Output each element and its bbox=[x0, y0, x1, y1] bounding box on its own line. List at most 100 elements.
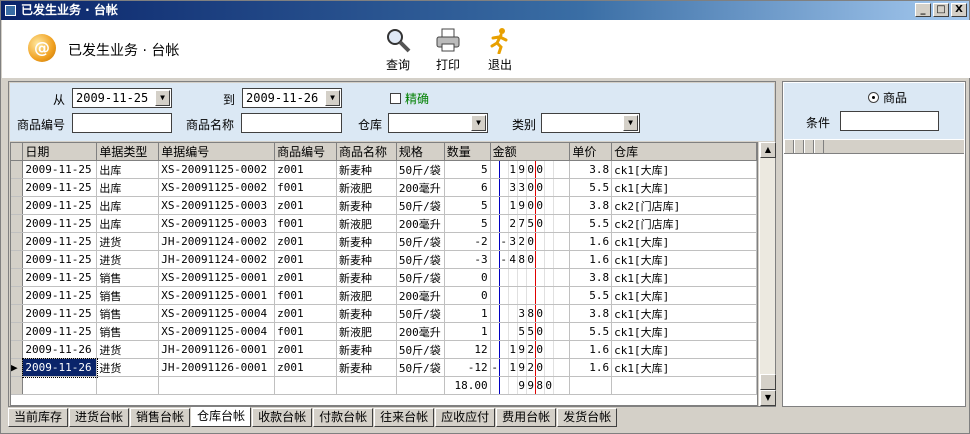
table-cell[interactable]: XS-20091125-0003 bbox=[158, 214, 276, 233]
table-cell[interactable]: 销售 bbox=[96, 322, 160, 341]
table-cell[interactable]: 2009-11-25 bbox=[22, 268, 98, 287]
table-cell[interactable]: 新麦种 bbox=[336, 268, 397, 287]
table-row[interactable]: 2009-11-25 销售 XS-20091125-0001 f001 新液肥 200毫升… bbox=[11, 286, 757, 305]
side-col[interactable] bbox=[814, 140, 824, 153]
amount-cell[interactable]: 550 bbox=[490, 322, 571, 341]
scroll-up-icon[interactable]: ▲ bbox=[760, 142, 776, 158]
table-cell[interactable]: ck1[大库] bbox=[611, 358, 757, 377]
table-cell[interactable]: 6 bbox=[444, 178, 491, 197]
amount-cell[interactable]: 380 bbox=[490, 304, 571, 323]
table-cell[interactable]: z001 bbox=[274, 196, 337, 215]
table-cell[interactable]: z001 bbox=[274, 268, 337, 287]
query-button[interactable]: 查询 bbox=[378, 26, 418, 73]
amount-cell[interactable]: -480 bbox=[490, 250, 571, 269]
table-cell[interactable]: ck1[大库] bbox=[611, 322, 757, 341]
row-indicator[interactable] bbox=[11, 340, 24, 359]
table-cell[interactable]: 5.5 bbox=[569, 286, 613, 305]
table-cell[interactable]: 3.8 bbox=[569, 160, 613, 179]
table-cell[interactable]: 2009-11-25 bbox=[22, 214, 98, 233]
table-cell[interactable]: 出库 bbox=[96, 178, 160, 197]
ledger-grid[interactable]: 日期 单据类型 单据编号 商品编号 商品名称 规格 数量 金额 单价 仓库 2009-11-25 出… bbox=[10, 142, 758, 406]
table-cell[interactable]: 50斤/袋 bbox=[396, 232, 445, 251]
table-cell[interactable]: 3.8 bbox=[569, 196, 613, 215]
row-indicator[interactable] bbox=[11, 250, 24, 269]
table-cell[interactable]: z001 bbox=[274, 160, 337, 179]
table-cell[interactable]: 50斤/袋 bbox=[396, 340, 445, 359]
vertical-scrollbar[interactable]: ▲ ▼ bbox=[759, 142, 776, 406]
table-cell[interactable]: -3 bbox=[444, 250, 491, 269]
table-cell[interactable]: z001 bbox=[274, 358, 337, 377]
row-indicator[interactable] bbox=[11, 304, 24, 323]
amount-cell[interactable]: 9980 bbox=[490, 376, 571, 395]
condition-input[interactable] bbox=[840, 111, 939, 131]
side-col[interactable] bbox=[804, 140, 814, 153]
tab-ledger[interactable]: 应收应付 bbox=[435, 408, 496, 427]
column-header[interactable]: 商品名称 bbox=[336, 143, 397, 161]
table-row[interactable]: 2009-11-25 销售 XS-20091125-0001 z001 新麦种 50斤/袋… bbox=[11, 268, 757, 287]
tab-ledger[interactable]: 仓库台帐 bbox=[191, 407, 252, 427]
tab-ledger[interactable]: 收款台帐 bbox=[252, 408, 313, 427]
table-cell[interactable]: 销售 bbox=[96, 286, 160, 305]
table-cell[interactable]: f001 bbox=[274, 322, 337, 341]
amount-cell[interactable]: 2750 bbox=[490, 214, 571, 233]
table-row[interactable]: 2009-11-25 出库 XS-20091125-0003 f001 新液肥 200毫升… bbox=[11, 214, 757, 233]
chevron-down-icon[interactable]: ▼ bbox=[623, 115, 638, 131]
amount-cell[interactable] bbox=[490, 286, 571, 305]
table-cell[interactable]: z001 bbox=[274, 304, 337, 323]
side-col[interactable] bbox=[794, 140, 804, 153]
exact-checkbox[interactable] bbox=[390, 93, 401, 104]
table-row[interactable]: 2009-11-25 出库 XS-20091125-0002 z001 新麦种 50斤/袋… bbox=[11, 160, 757, 179]
table-cell[interactable]: ck1[大库] bbox=[611, 340, 757, 359]
table-cell[interactable]: 2009-11-25 bbox=[22, 322, 98, 341]
scroll-thumb[interactable] bbox=[760, 374, 776, 390]
table-cell[interactable]: 新液肥 bbox=[336, 214, 397, 233]
print-button[interactable]: 打印 bbox=[428, 26, 468, 73]
table-cell[interactable]: z001 bbox=[274, 340, 337, 359]
table-row[interactable]: 2009-11-25 进货 JH-20091124-0002 z001 新麦种 50斤/袋… bbox=[11, 250, 757, 269]
column-header[interactable]: 仓库 bbox=[611, 143, 757, 161]
table-cell[interactable]: 1 bbox=[444, 304, 491, 323]
table-cell[interactable]: 50斤/袋 bbox=[396, 304, 445, 323]
table-cell[interactable]: 1.6 bbox=[569, 232, 613, 251]
tab-ledger[interactable]: 付款台帐 bbox=[313, 408, 374, 427]
table-cell[interactable]: 出库 bbox=[96, 214, 160, 233]
row-indicator[interactable] bbox=[11, 178, 24, 197]
close-button[interactable]: X bbox=[951, 3, 967, 17]
table-cell[interactable]: -2 bbox=[444, 232, 491, 251]
table-cell[interactable]: 销售 bbox=[96, 304, 160, 323]
table-cell[interactable]: XS-20091125-0001 bbox=[158, 286, 276, 305]
table-cell[interactable]: JH-20091124-0002 bbox=[158, 232, 276, 251]
product-name-input[interactable] bbox=[241, 113, 342, 133]
table-cell[interactable]: 新麦种 bbox=[336, 160, 397, 179]
table-cell[interactable]: 0 bbox=[444, 286, 491, 305]
table-cell[interactable]: ck1[大库] bbox=[611, 232, 757, 251]
column-header[interactable]: 商品编号 bbox=[274, 143, 337, 161]
table-cell[interactable]: 新麦种 bbox=[336, 250, 397, 269]
column-header[interactable]: 单据编号 bbox=[158, 143, 276, 161]
amount-cell[interactable]: 1900 bbox=[490, 196, 571, 215]
table-row[interactable]: 2009-11-25 出库 XS-20091125-0003 z001 新麦种 50斤/袋… bbox=[11, 196, 757, 215]
table-cell[interactable]: 1 bbox=[444, 322, 491, 341]
column-header[interactable]: 单据类型 bbox=[96, 143, 160, 161]
table-cell[interactable]: XS-20091125-0002 bbox=[158, 178, 276, 197]
table-cell[interactable]: ck1[大库] bbox=[611, 286, 757, 305]
table-cell[interactable]: 进货 bbox=[96, 340, 160, 359]
tab-ledger[interactable]: 当前库存 bbox=[8, 408, 69, 427]
maximize-button[interactable]: □ bbox=[933, 3, 949, 17]
table-cell[interactable]: 新麦种 bbox=[336, 196, 397, 215]
table-cell[interactable]: 新麦种 bbox=[336, 304, 397, 323]
table-row[interactable]: ▶ 2009-11-26 进货 JH-20091126-0001 z001 新麦种 50斤/… bbox=[11, 357, 757, 378]
table-cell[interactable]: 5.5 bbox=[569, 322, 613, 341]
table-row[interactable]: 2009-11-25 出库 XS-20091125-0002 f001 新液肥 200毫升… bbox=[11, 178, 757, 197]
from-date-combo[interactable]: 2009-11-25 ▼ bbox=[72, 88, 172, 108]
table-cell[interactable]: ck1[大库] bbox=[611, 250, 757, 269]
amount-cell[interactable]: 1920 bbox=[490, 340, 571, 359]
amount-cell[interactable]: 3300 bbox=[490, 178, 571, 197]
table-cell[interactable]: XS-20091125-0004 bbox=[158, 322, 276, 341]
product-radio[interactable] bbox=[868, 92, 879, 103]
tab-ledger[interactable]: 进货台帐 bbox=[69, 408, 130, 427]
table-cell[interactable]: 2009-11-25 bbox=[22, 250, 98, 269]
chevron-down-icon[interactable]: ▼ bbox=[471, 115, 486, 131]
table-cell[interactable]: 新麦种 bbox=[336, 340, 397, 359]
amount-cell[interactable] bbox=[490, 268, 571, 287]
